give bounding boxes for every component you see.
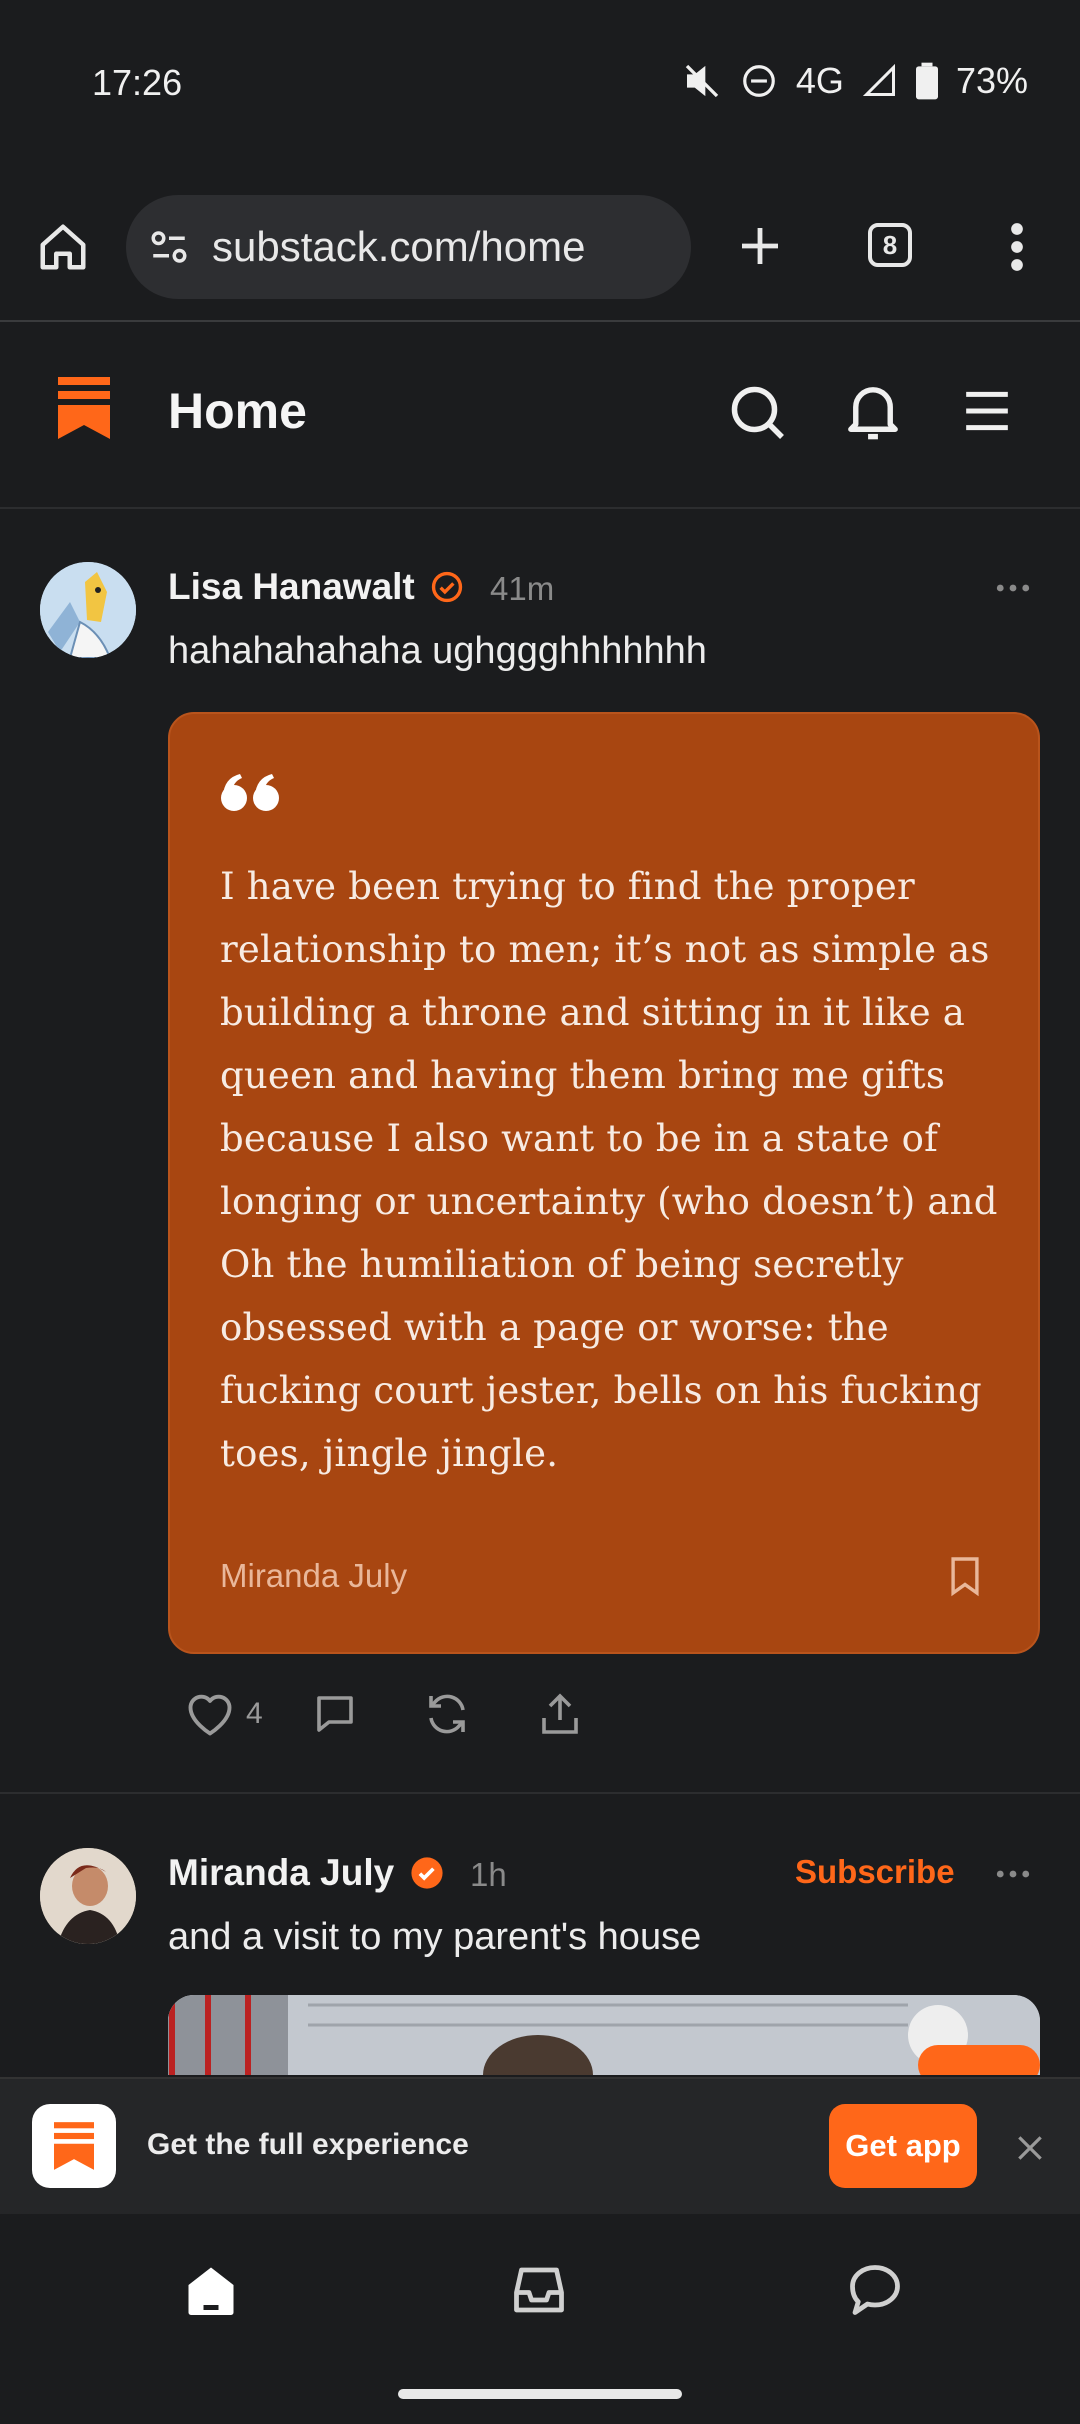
- restack-icon[interactable]: [422, 1690, 472, 1738]
- quote-line: fucking court jester, bells on his fucki…: [220, 1369, 982, 1412]
- home-icon[interactable]: [180, 2260, 242, 2320]
- quote-text: I have been trying to find the proper re…: [220, 855, 1000, 1485]
- quote-icon: [221, 774, 279, 811]
- battery-percent: 73%: [955, 60, 1028, 101]
- more-horiz-icon[interactable]: [996, 580, 1030, 596]
- share-icon[interactable]: [536, 1690, 584, 1738]
- subscribe-button[interactable]: Subscribe: [795, 1853, 955, 1891]
- site-settings-icon[interactable]: [148, 226, 190, 268]
- app-header: [0, 322, 1080, 509]
- post-text: hahahahahaha ughggghhhhhhh: [168, 630, 707, 672]
- quote-line: toes, jingle jingle.: [220, 1432, 559, 1475]
- mute-icon: [685, 64, 719, 98]
- bell-icon[interactable]: [843, 380, 903, 444]
- more-horiz-icon[interactable]: [996, 1866, 1030, 1882]
- bookmark-icon[interactable]: [948, 1555, 982, 1597]
- get-app-button[interactable]: Get app: [829, 2104, 977, 2188]
- like-count: 4: [246, 1697, 263, 1730]
- post-image[interactable]: [168, 1995, 1040, 2075]
- quote-line: queen and having them bring me gifts: [220, 1054, 946, 1097]
- signal-icon: [862, 63, 895, 96]
- avatar[interactable]: [40, 1848, 136, 1944]
- new-tab-icon[interactable]: [736, 222, 784, 270]
- quote-line: relationship to men; it’s not as simple …: [220, 928, 990, 971]
- page-title: Home: [168, 383, 307, 439]
- inbox-icon[interactable]: [508, 2260, 570, 2320]
- quote-line: obsessed with a page or worse: the: [220, 1306, 889, 1349]
- substack-logo-icon[interactable]: [58, 377, 110, 439]
- more-vert-icon[interactable]: [1000, 220, 1034, 274]
- post-divider: [0, 1792, 1080, 1794]
- battery-icon: [915, 62, 938, 100]
- heart-icon[interactable]: [184, 1690, 236, 1738]
- dnd-icon: [743, 65, 775, 97]
- menu-icon[interactable]: [962, 388, 1012, 434]
- close-icon[interactable]: [1014, 2132, 1046, 2164]
- search-icon[interactable]: [727, 382, 787, 442]
- post-author[interactable]: Miranda July: [168, 1852, 394, 1894]
- status-time: 17:26: [92, 62, 183, 103]
- home-indicator[interactable]: [398, 2389, 682, 2399]
- post-text: and a visit to my parent's house: [168, 1916, 702, 1958]
- network-label: 4G: [795, 60, 844, 101]
- comment-icon[interactable]: [310, 1690, 360, 1738]
- substack-logo-icon: [54, 2122, 94, 2170]
- status-icons: 4G 73%: [682, 60, 1028, 102]
- post-author[interactable]: Lisa Hanawalt: [168, 566, 415, 608]
- quote-line: because I also want to be in a state of: [220, 1117, 939, 1160]
- address-bar[interactable]: substack.com/home: [126, 195, 691, 299]
- quote-author[interactable]: Miranda July: [220, 1557, 407, 1595]
- tabs-button[interactable]: 8: [868, 223, 912, 267]
- avatar[interactable]: [40, 562, 136, 658]
- quote-line: building a throne and sitting in it like…: [220, 991, 966, 1034]
- banner-logo: [32, 2104, 116, 2188]
- chat-icon[interactable]: [844, 2260, 906, 2320]
- banner-text: Get the full experience: [147, 2128, 469, 2161]
- post-time: 1h: [470, 1856, 507, 1893]
- home-icon[interactable]: [36, 220, 90, 274]
- quote-line: Oh the humiliation of being secretly: [220, 1243, 904, 1286]
- verified-icon: [431, 571, 463, 603]
- post-actions: 4: [184, 1690, 584, 1738]
- verified-icon: [411, 1857, 443, 1889]
- quote-line: longing or uncertainty (who doesn’t) and: [220, 1180, 998, 1223]
- post-time: 41m: [490, 570, 555, 607]
- quote-line: I have been trying to find the proper: [220, 865, 915, 908]
- avatar-photo: [40, 1848, 136, 1944]
- avatar-illustration: [40, 562, 136, 658]
- url-text: substack.com/home: [212, 223, 586, 270]
- post-image-content: [168, 1995, 1040, 2075]
